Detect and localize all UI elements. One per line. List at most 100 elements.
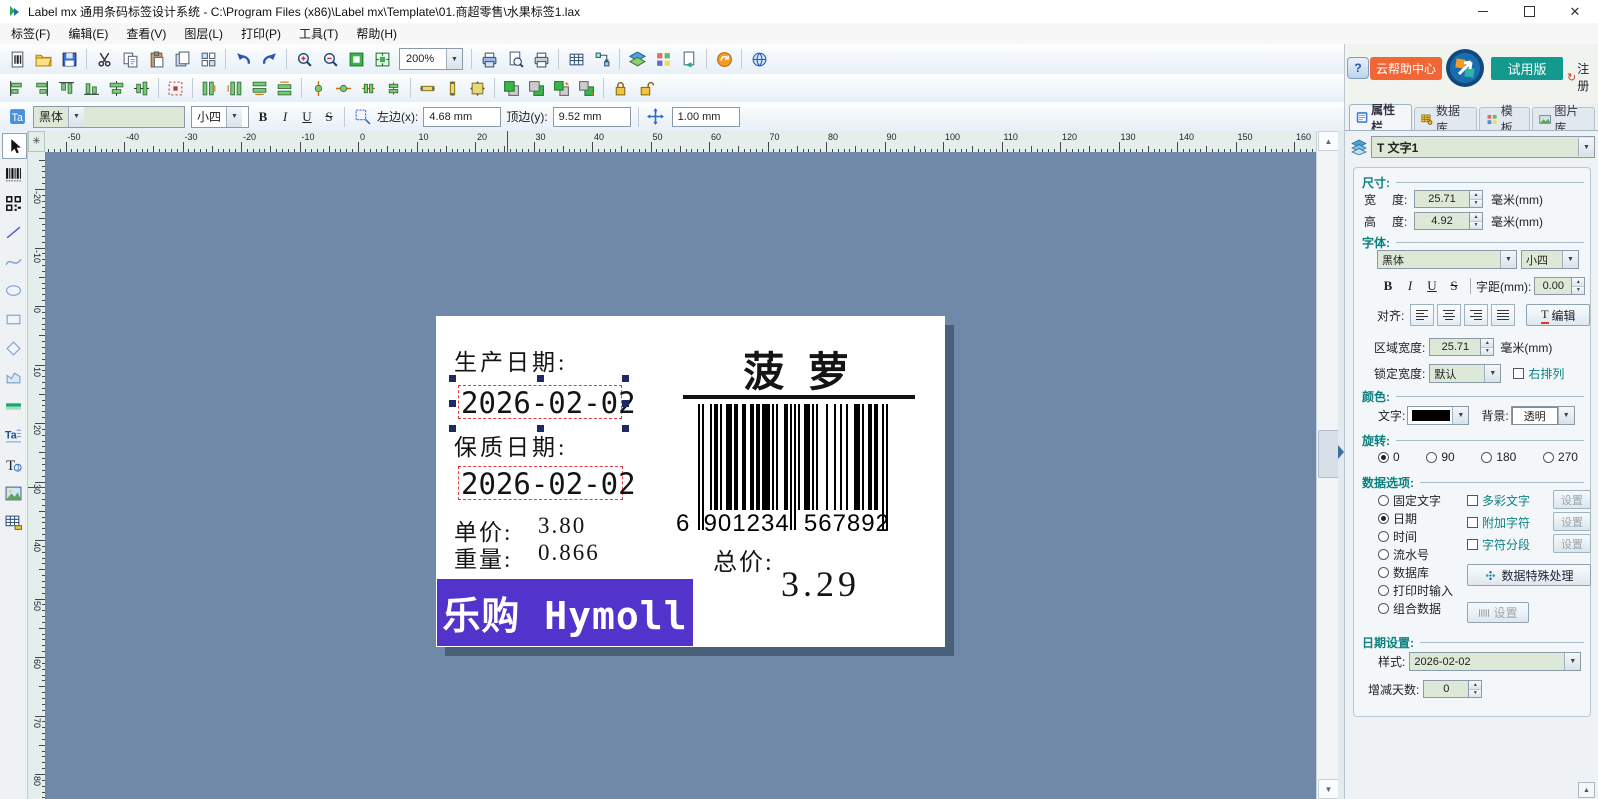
left-x-input[interactable]: 4.68 mm	[423, 107, 501, 127]
line-tool[interactable]	[2, 220, 25, 244]
rotate-270-radio[interactable]: 270	[1543, 450, 1578, 464]
process-flow-icon[interactable]	[589, 47, 615, 71]
char-spacing-spinner[interactable]: ▲▼	[1572, 277, 1585, 295]
selection-handle[interactable]	[449, 375, 456, 382]
data-option-数据库[interactable]: 数据库	[1378, 564, 1429, 581]
strikethrough-button[interactable]: S	[319, 107, 339, 127]
scroll-up-icon[interactable]: ▲	[1318, 131, 1339, 151]
space-right-icon[interactable]	[222, 77, 247, 99]
data-option-日期[interactable]: 日期	[1378, 510, 1417, 527]
rotate-180-radio[interactable]: 180	[1481, 450, 1516, 464]
data-table-icon[interactable]	[563, 47, 589, 71]
scroll-down-icon[interactable]: ▼	[1318, 779, 1339, 799]
menu-item-4[interactable]: 打印(P)	[232, 23, 290, 44]
underline-button[interactable]: U	[297, 107, 317, 127]
close-button[interactable]: ✕	[1552, 0, 1598, 23]
align-right-icon[interactable]	[29, 77, 54, 99]
tab-属性栏[interactable]: 属性栏	[1349, 104, 1412, 130]
same-size-icon[interactable]	[465, 77, 490, 99]
tab-图片库[interactable]: 图片库	[1532, 107, 1595, 130]
bg-color-combo[interactable]: 透明 ▼	[1511, 406, 1575, 425]
diamond-tool[interactable]	[2, 336, 25, 360]
多彩文字-settings-button[interactable]: 设置	[1553, 490, 1591, 509]
align-top-icon[interactable]	[54, 77, 79, 99]
bold-button[interactable]: B	[253, 107, 273, 127]
字符分段-checkbox[interactable]	[1467, 539, 1478, 550]
align-left-button[interactable]	[1410, 304, 1434, 326]
image-tool[interactable]	[2, 481, 25, 505]
label-preview[interactable]: 生产日期: 2026-02-02 保质日期: 2026-02-02 单价: 3.…	[436, 316, 945, 647]
center-page-v-icon[interactable]	[306, 77, 331, 99]
save-icon[interactable]	[56, 47, 82, 71]
redo-icon[interactable]	[256, 47, 282, 71]
gradient-tool[interactable]	[2, 394, 25, 418]
data-option-时间[interactable]: 时间	[1378, 528, 1417, 545]
design-canvas[interactable]: 生产日期: 2026-02-02 保质日期: 2026-02-02 单价: 3.…	[45, 152, 1316, 799]
date-style-combo[interactable]: 2026-02-02▼	[1409, 652, 1581, 671]
tile-pages-icon[interactable]	[195, 47, 221, 71]
rectangle-tool[interactable]	[2, 307, 25, 331]
height-input[interactable]: 4.92	[1414, 212, 1470, 230]
字符分段-settings-button[interactable]: 设置	[1553, 534, 1591, 553]
rotate-0-radio[interactable]: 0	[1378, 450, 1400, 464]
pointer-tool[interactable]	[2, 133, 27, 159]
equal-space-v-icon[interactable]	[381, 77, 406, 99]
date-offset-input[interactable]: 0	[1423, 680, 1469, 698]
data-option-流水号[interactable]: 流水号	[1378, 546, 1429, 563]
minimize-button[interactable]	[1460, 0, 1506, 23]
data-option-固定文字[interactable]: 固定文字	[1378, 492, 1441, 509]
panel-font-family-combo[interactable]: 黑体▼	[1377, 250, 1517, 269]
cloud-help-button[interactable]: 云帮助中心	[1370, 57, 1442, 80]
text-tool[interactable]: T1	[2, 452, 25, 476]
menu-item-6[interactable]: 帮助(H)	[347, 23, 406, 44]
bring-to-front-icon[interactable]	[499, 77, 524, 99]
title-underline[interactable]	[683, 395, 915, 399]
right-align-checkbox[interactable]	[1513, 368, 1524, 379]
bring-forward-icon[interactable]	[549, 77, 574, 99]
send-to-back-icon[interactable]	[524, 77, 549, 99]
panel-italic-button[interactable]: I	[1400, 276, 1420, 296]
print-preview-icon[interactable]	[502, 47, 528, 71]
color-pages-icon[interactable]	[650, 47, 676, 71]
maximize-button[interactable]	[1506, 0, 1552, 23]
italic-button[interactable]: I	[275, 107, 295, 127]
print-setup-icon[interactable]	[476, 47, 502, 71]
paste-icon[interactable]	[143, 47, 169, 71]
selection-handle[interactable]	[622, 375, 629, 382]
export-icon[interactable]	[676, 47, 702, 71]
weight-value[interactable]: 0.866	[538, 540, 600, 566]
多彩文字-checkbox[interactable]	[1467, 495, 1478, 506]
copy-icon[interactable]	[117, 47, 143, 71]
selection-handle[interactable]	[449, 400, 456, 407]
cut-icon[interactable]	[91, 47, 117, 71]
width-input[interactable]: 25.71	[1414, 190, 1470, 208]
undo-icon[interactable]	[230, 47, 256, 71]
align-left-icon[interactable]	[4, 77, 29, 99]
data-special-button[interactable]: 数据特殊处理	[1467, 564, 1591, 586]
char-spacing-input[interactable]: 0.00	[1534, 277, 1572, 295]
scrollbar-thumb[interactable]	[1318, 430, 1339, 478]
附加字符-checkbox[interactable]	[1467, 517, 1478, 528]
shelf-date-field[interactable]: 2026-02-02	[461, 467, 636, 501]
duplicate-icon[interactable]	[169, 47, 195, 71]
date-offset-spinner[interactable]: ▲▼	[1469, 680, 1482, 698]
data-option-打印时输入[interactable]: 打印时输入	[1378, 582, 1453, 599]
align-justify-button[interactable]	[1491, 304, 1515, 326]
sync-update-icon[interactable]	[711, 47, 737, 71]
space-bottom-icon[interactable]	[272, 77, 297, 99]
menu-item-0[interactable]: 标签(F)	[2, 23, 59, 44]
tab-数据库[interactable]: 数据库	[1414, 107, 1477, 130]
region-width-input[interactable]: 25.71	[1429, 338, 1481, 356]
panel-bold-button[interactable]: B	[1378, 276, 1398, 296]
align-center-v-icon[interactable]	[129, 77, 154, 99]
height-spinner[interactable]: ▲▼	[1470, 212, 1483, 230]
rich-text-tool[interactable]: Ta	[2, 423, 25, 447]
width-spinner[interactable]: ▲▼	[1470, 190, 1483, 208]
total-price-label[interactable]: 总价:	[713, 542, 774, 577]
layers-icon[interactable]	[624, 47, 650, 71]
zoom-in-icon[interactable]	[291, 47, 317, 71]
store-banner[interactable]: 乐购 Hymoll	[437, 579, 693, 646]
font-family-combo[interactable]: 黑体▼	[33, 106, 185, 128]
same-width-icon[interactable]	[415, 77, 440, 99]
align-bottom-icon[interactable]	[79, 77, 104, 99]
